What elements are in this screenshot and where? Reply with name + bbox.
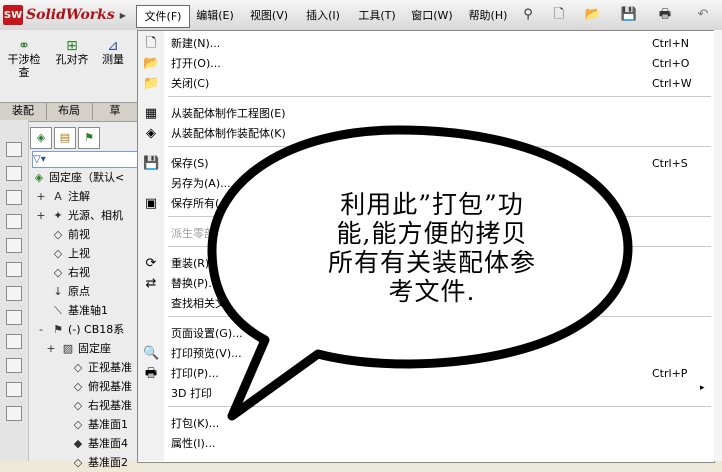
callout-line: 所有有关装配体参 <box>327 248 536 277</box>
callout-line: 能,能方便的拷贝 <box>336 219 528 248</box>
callout-text: 利用此”打包”功 能,能方便的拷贝 所有有关装配体参 考文件. <box>252 190 612 306</box>
callout-line: 利用此”打包”功 <box>340 190 524 219</box>
callout-line: 考文件. <box>388 277 476 306</box>
